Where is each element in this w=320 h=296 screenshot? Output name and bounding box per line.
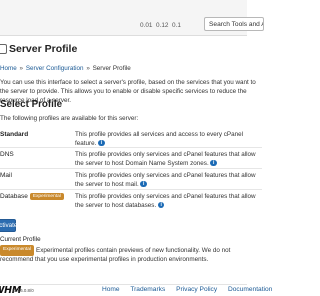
profile-description: This profile provides only services and … [75,193,256,209]
info-icon[interactable]: i [98,139,105,147]
footer-link-documentation[interactable]: Documentation [228,286,272,293]
info-icon[interactable]: i [140,180,147,188]
current-profile-label: Current Profile [0,236,41,243]
search-input[interactable]: Search Tools and A [204,17,264,31]
version-text: 11.66.0.8/0 [12,288,34,293]
experimental-badge: Experimental [29,193,64,200]
top-bar: 0.01 0.12 0.1 Search Tools and A [0,0,264,36]
profile-name-wrap: Database Experimental [0,193,64,200]
profile-name: DNS [0,151,14,158]
profile-dns[interactable]: DNS This profile provides only services … [0,147,262,169]
profile-name: Standard [0,131,29,138]
breadcrumb-home[interactable]: Home [0,65,17,72]
load-averages: 0.01 0.12 0.1 [140,22,181,29]
profile-description: This profile provides all services and a… [75,131,243,147]
profile-name: Database [0,193,28,201]
info-icon[interactable]: i [157,201,165,209]
footer: WHM 11.66.0.8/0 Home Trademarks Privacy … [0,284,272,296]
server-profile-icon [0,44,7,54]
activate-button[interactable]: Activate [0,219,17,232]
experimental-note: Experimental Experimental profiles contai… [0,245,231,263]
footer-links: Home Trademarks Privacy Policy Documenta… [102,286,281,293]
section-title: Select Profile [0,99,63,110]
profile-name: Mail [0,172,12,179]
breadcrumb-server-configuration[interactable]: Server Configuration [26,65,84,72]
breadcrumb-server-profile: Server Profile [92,65,131,72]
info-icon[interactable]: i [210,159,217,167]
profile-description: This profile provides only services and … [75,172,256,188]
available-profiles-text: The following profiles are available for… [0,115,139,122]
footer-link-trademarks[interactable]: Trademarks [130,286,165,293]
footer-link-privacy-policy[interactable]: Privacy Policy [176,286,217,293]
page-title: Server Profile [9,43,78,55]
experimental-badge: Experimental [0,245,34,256]
profile-database[interactable]: Database Experimental This profile provid… [0,189,262,211]
profile-description: This profile provides only services and … [75,151,256,167]
breadcrumb: Home » Server Configuration » Server Pro… [0,65,131,72]
profile-mail[interactable]: Mail This profile provides only services… [0,168,262,190]
footer-link-home[interactable]: Home [102,286,120,293]
profile-standard[interactable]: Standard This profile provides all servi… [0,131,262,147]
